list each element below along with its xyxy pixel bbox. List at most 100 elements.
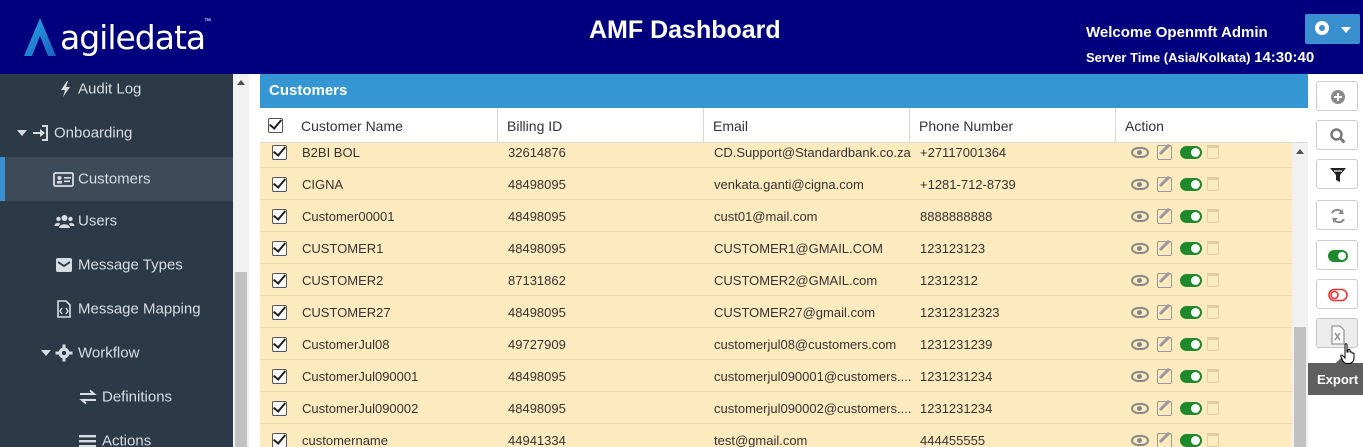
status-toggle[interactable]: [1180, 274, 1202, 287]
scrollbar-thumb[interactable]: [235, 272, 247, 447]
table-row[interactable]: CUSTOMER27 48498095 CUSTOMER27@gmail.com 12…: [260, 296, 1292, 328]
disable-all-button[interactable]: [1316, 279, 1358, 309]
edit-icon[interactable]: [1157, 337, 1172, 352]
edit-icon[interactable]: [1157, 241, 1172, 256]
row-checkbox[interactable]: [272, 369, 287, 384]
select-all-checkbox[interactable]: [268, 118, 283, 133]
cell-email: customerjul090002@customers....: [714, 401, 912, 416]
sidebar-item-users[interactable]: Users: [0, 201, 233, 241]
delete-icon[interactable]: [1207, 145, 1219, 159]
filter-button[interactable]: [1316, 159, 1358, 189]
status-toggle[interactable]: [1180, 306, 1202, 319]
column-header-action: Action: [1125, 118, 1164, 134]
scrollbar-thumb[interactable]: [1294, 327, 1306, 447]
status-toggle[interactable]: [1180, 402, 1202, 415]
view-icon[interactable]: [1131, 243, 1149, 254]
status-toggle[interactable]: [1180, 210, 1202, 223]
view-icon[interactable]: [1131, 307, 1149, 318]
view-icon[interactable]: [1131, 147, 1149, 158]
list-icon: [79, 435, 96, 447]
sidebar-item-definitions[interactable]: Definitions: [0, 377, 233, 417]
edit-icon[interactable]: [1157, 305, 1172, 320]
delete-icon[interactable]: [1207, 177, 1219, 191]
edit-icon[interactable]: [1157, 401, 1172, 416]
cell-billing-id: 87131862: [508, 273, 566, 288]
edit-icon[interactable]: [1157, 177, 1172, 192]
delete-icon[interactable]: [1207, 273, 1219, 287]
edit-icon[interactable]: [1157, 145, 1172, 160]
table-row[interactable]: CustomerJul090001 48498095 customerjul0900…: [260, 360, 1292, 392]
view-icon[interactable]: [1131, 403, 1149, 414]
column-header-email[interactable]: Email: [704, 108, 910, 143]
scroll-up-icon[interactable]: [1296, 149, 1304, 154]
table-row[interactable]: CustomerJul08 49727909 customerjul08@custo…: [260, 328, 1292, 360]
row-checkbox[interactable]: [272, 209, 287, 224]
delete-icon[interactable]: [1207, 401, 1219, 415]
table-row[interactable]: CIGNA 48498095 venkata.ganti@cigna.com +128…: [260, 168, 1292, 200]
edit-icon[interactable]: [1157, 433, 1172, 447]
sidebar-item-actions[interactable]: Actions: [0, 421, 233, 447]
row-checkbox[interactable]: [272, 337, 287, 352]
sidebar-scrollbar[interactable]: [233, 74, 249, 447]
row-checkbox[interactable]: [272, 433, 287, 447]
row-checkbox[interactable]: [272, 273, 287, 288]
sidebar-item-message-mapping[interactable]: Message Mapping: [0, 289, 233, 329]
delete-icon[interactable]: [1207, 209, 1219, 223]
status-toggle[interactable]: [1180, 146, 1202, 159]
view-icon[interactable]: [1131, 371, 1149, 382]
refresh-button[interactable]: [1316, 200, 1358, 230]
view-icon[interactable]: [1131, 211, 1149, 222]
column-header-billing-id[interactable]: Billing ID: [498, 108, 704, 143]
sidebar-item-message-types[interactable]: Message Types: [0, 245, 233, 285]
id-card-icon: [53, 172, 74, 187]
view-icon[interactable]: [1131, 275, 1149, 286]
delete-icon[interactable]: [1207, 241, 1219, 255]
edit-icon[interactable]: [1157, 369, 1172, 384]
sidebar-item-workflow[interactable]: Workflow: [0, 333, 233, 373]
row-checkbox[interactable]: [272, 305, 287, 320]
delete-icon[interactable]: [1207, 305, 1219, 319]
delete-icon[interactable]: [1207, 433, 1219, 447]
cell-email: CUSTOMER2@GMAIL.com: [714, 273, 878, 288]
view-icon[interactable]: [1131, 179, 1149, 190]
view-icon[interactable]: [1131, 339, 1149, 350]
toggle-off-icon: [1328, 288, 1348, 302]
table-row[interactable]: CustomerJul090002 48498095 customerjul0900…: [260, 392, 1292, 424]
delete-icon[interactable]: [1207, 369, 1219, 383]
cell-email: customerjul08@customers.com: [714, 337, 897, 352]
delete-icon[interactable]: [1207, 337, 1219, 351]
page-title: AMF Dashboard: [589, 16, 781, 44]
status-toggle[interactable]: [1180, 338, 1202, 351]
sidebar-item-customers[interactable]: Customers: [0, 157, 233, 201]
edit-icon[interactable]: [1157, 273, 1172, 288]
row-checkbox[interactable]: [272, 145, 287, 160]
table-row[interactable]: CUSTOMER1 48498095 CUSTOMER1@GMAIL.COM 1231…: [260, 232, 1292, 264]
column-header-phone-number[interactable]: Phone Number: [910, 108, 1116, 143]
table-row[interactable]: customername 44941334 test@gmail.com 444455…: [260, 424, 1292, 447]
column-header-customer-name[interactable]: Customer Name: [292, 108, 498, 143]
status-toggle[interactable]: [1180, 178, 1202, 191]
search-button[interactable]: [1316, 120, 1358, 150]
status-toggle[interactable]: [1180, 370, 1202, 383]
sidebar-item-onboarding[interactable]: Onboarding: [0, 113, 233, 153]
row-checkbox[interactable]: [272, 241, 287, 256]
edit-icon[interactable]: [1157, 209, 1172, 224]
user-menu-button[interactable]: [1305, 14, 1360, 44]
agiledata-logo[interactable]: agiledata ™: [22, 14, 212, 62]
table-row[interactable]: B2BI BOL 32614876 CD.Support@Standardbank.…: [260, 143, 1292, 168]
cell-email: customerjul090001@customers....: [714, 369, 912, 384]
cell-phone-number: 12312312: [920, 273, 978, 288]
sidebar-item-audit-log[interactable]: Audit Log: [0, 74, 233, 109]
row-checkbox[interactable]: [272, 177, 287, 192]
enable-all-button[interactable]: [1316, 240, 1358, 270]
add-button[interactable]: [1316, 81, 1358, 111]
table-row[interactable]: Customer00001 48498095 cust01@mail.com 8888…: [260, 200, 1292, 232]
view-icon[interactable]: [1131, 435, 1149, 446]
table-row[interactable]: CUSTOMER2 87131862 CUSTOMER2@GMAIL.com 1231…: [260, 264, 1292, 296]
cell-customer-name: CustomerJul090001: [302, 369, 419, 384]
status-toggle[interactable]: [1180, 434, 1202, 447]
table-scrollbar[interactable]: [1292, 143, 1308, 447]
status-toggle[interactable]: [1180, 242, 1202, 255]
row-checkbox[interactable]: [272, 401, 287, 416]
scroll-up-icon[interactable]: [237, 80, 245, 85]
